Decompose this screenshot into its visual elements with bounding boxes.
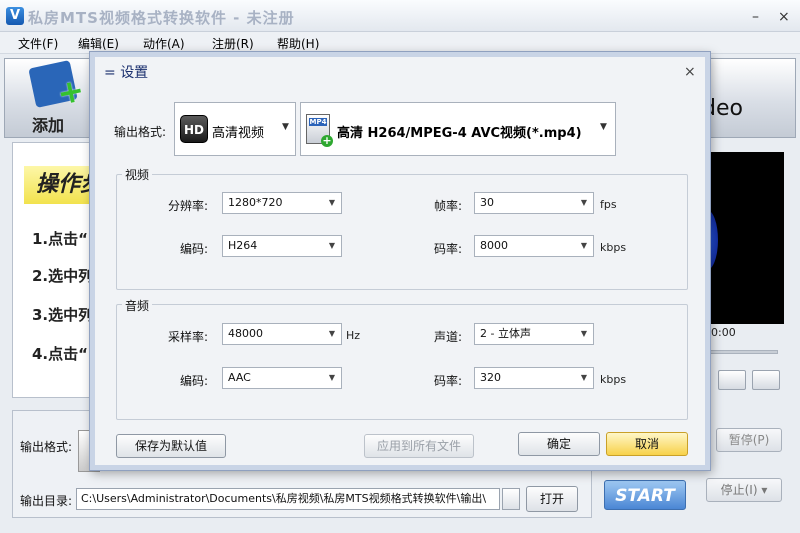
chevron-down-icon: ▼ — [328, 198, 335, 207]
start-button[interactable]: START — [604, 480, 686, 510]
resolution-value: 1280*720 — [228, 196, 283, 209]
video-bitrate-value: 8000 — [480, 239, 508, 252]
audio-codec-label: 编码: — [179, 374, 208, 388]
mp4-file-icon — [306, 114, 333, 147]
close-window-button[interactable]: × — [778, 9, 790, 25]
samplerate-unit: Hz — [346, 329, 361, 342]
seek-slider[interactable] — [706, 350, 778, 354]
framerate-label: 帧率: — [433, 199, 462, 213]
audio-codec-value: AAC — [228, 371, 251, 384]
dialog-title-text: 设置 — [120, 65, 149, 81]
pause-button[interactable]: 暂停(P) — [716, 428, 782, 452]
channels-value: 2 - 立体声 — [480, 327, 531, 340]
menu-help[interactable]: 帮助(H) — [277, 35, 319, 52]
video-bitrate-label: 码率: — [433, 242, 462, 256]
video-bitrate-select[interactable]: 8000 ▼ — [474, 235, 594, 257]
audio-codec-select[interactable]: AAC ▼ — [222, 367, 342, 389]
step-item: 3.选中列 — [32, 306, 94, 324]
chevron-down-icon: ▼ — [328, 241, 335, 250]
menu-file[interactable]: 文件(F) — [18, 35, 58, 52]
video-codec-label: 编码: — [179, 242, 208, 256]
app-logo-icon: V — [6, 7, 24, 25]
channels-select[interactable]: 2 - 立体声 ▼ — [474, 323, 594, 345]
open-dir-button[interactable]: 打开 — [526, 486, 578, 512]
chevron-down-icon: ▾ — [761, 483, 768, 497]
step-item: 2.选中列 — [32, 267, 94, 285]
samplerate-label: 采样率: — [167, 330, 208, 344]
format-value: 高清 H264/MPEG-4 AVC视频(*.mp4) — [337, 126, 582, 141]
step-item: 4.点击“ — [32, 345, 88, 363]
audio-bitrate-value: 320 — [480, 371, 501, 384]
chevron-down-icon: ▼ — [580, 329, 587, 338]
add-button-label[interactable]: 添加 — [32, 112, 64, 136]
cancel-button[interactable]: 取消 — [606, 432, 688, 456]
samplerate-value: 48000 — [228, 327, 263, 340]
apply-all-button[interactable]: 应用到所有文件 — [364, 434, 474, 458]
chevron-down-icon: ▼ — [580, 373, 587, 382]
samplerate-select[interactable]: 48000 ▼ — [222, 323, 342, 345]
chevron-down-icon: ▼ — [328, 373, 335, 382]
audio-bitrate-label: 码率: — [433, 374, 462, 388]
video-group-title: 视频 — [122, 166, 153, 183]
stop-button-label: 停止(I) — [720, 483, 758, 497]
chevron-down-icon: ▼ — [600, 122, 607, 132]
chevron-down-icon: ▼ — [580, 198, 587, 207]
window-title: 私房MTS视频格式转换软件 - 未注册 — [28, 9, 295, 27]
resolution-label: 分辨率: — [167, 199, 208, 213]
dialog-close-button[interactable]: × — [684, 64, 696, 80]
framerate-select[interactable]: 30 ▼ — [474, 192, 594, 214]
snapshot-button[interactable] — [718, 370, 746, 390]
menu-edit[interactable]: 编辑(E) — [78, 35, 119, 52]
audio-group-title: 音频 — [122, 297, 153, 314]
ok-button[interactable]: 确定 — [518, 432, 600, 456]
video-codec-value: H264 — [228, 239, 258, 252]
audio-bitrate-select[interactable]: 320 ▼ — [474, 367, 594, 389]
dialog-format-label: 输出格式: — [114, 125, 167, 139]
video-bitrate-unit: kbps — [600, 241, 627, 254]
output-format-label: 输出格式: — [20, 440, 73, 454]
save-default-button[interactable]: 保存为默认值 — [116, 434, 226, 458]
chevron-down-icon: ▼ — [580, 241, 587, 250]
chevron-down-icon: ▼ — [328, 329, 335, 338]
add-video-icon[interactable] — [28, 60, 78, 108]
dialog-title: = 设置 — [104, 62, 148, 82]
format-category-value: 高清视频 — [212, 126, 265, 141]
audio-bitrate-unit: kbps — [600, 373, 627, 386]
video-codec-select[interactable]: H264 ▼ — [222, 235, 342, 257]
chevron-down-icon: ▼ — [282, 122, 289, 132]
framerate-value: 30 — [480, 196, 494, 209]
hd-icon: HD — [180, 115, 208, 143]
menu-action[interactable]: 动作(A) — [143, 35, 185, 52]
browse-dir-button[interactable] — [502, 488, 520, 510]
dialog-title-prefix: = — [104, 65, 116, 81]
minimize-button[interactable]: – — [752, 9, 759, 25]
output-dir-label: 输出目录: — [20, 494, 73, 508]
menu-bar — [0, 32, 800, 54]
output-dir-field[interactable]: C:\Users\Administrator\Documents\私房视频\私房… — [76, 488, 500, 510]
video-settings-group — [116, 174, 688, 290]
channels-label: 声道: — [433, 330, 462, 344]
fullscreen-button[interactable] — [752, 370, 780, 390]
framerate-unit: fps — [600, 198, 617, 211]
audio-settings-group — [116, 304, 688, 420]
stop-button[interactable]: 停止(I) ▾ — [706, 478, 782, 502]
step-item: 1.点击“ — [32, 230, 88, 248]
resolution-select[interactable]: 1280*720 ▼ — [222, 192, 342, 214]
menu-register[interactable]: 注册(R) — [212, 35, 254, 52]
